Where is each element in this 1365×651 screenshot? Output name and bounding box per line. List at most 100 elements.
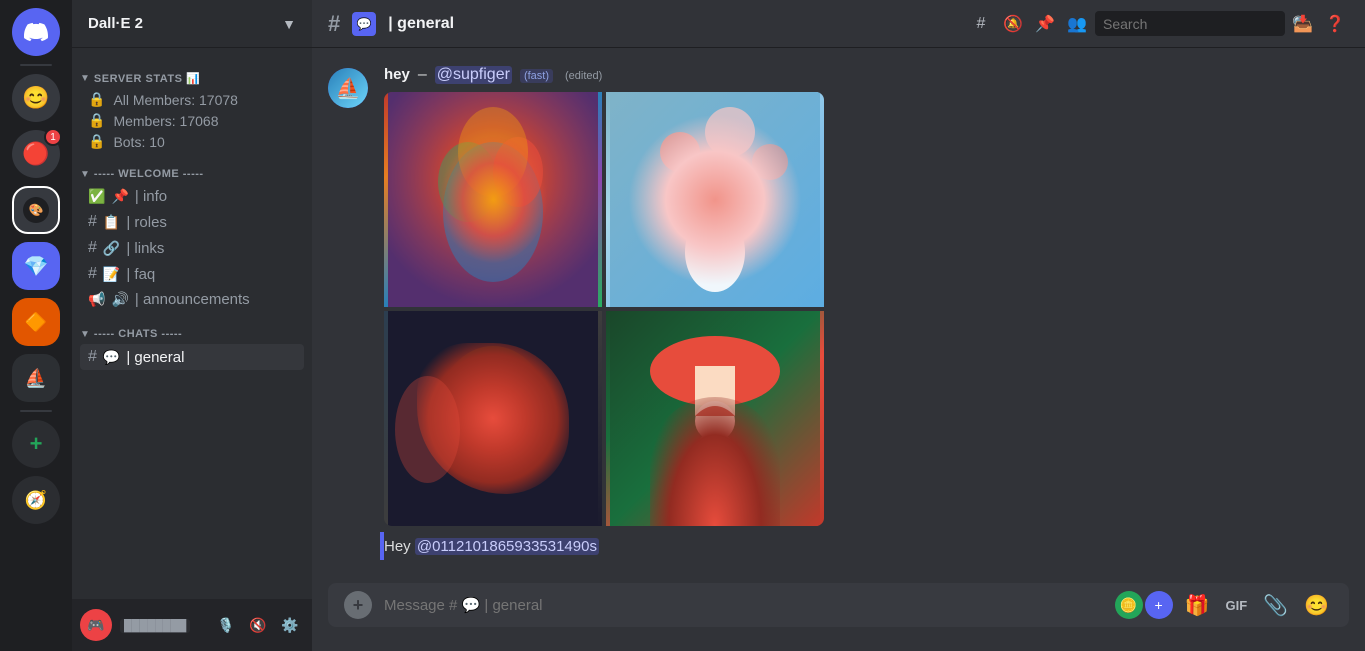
channel-icon-links: 🔗 xyxy=(103,240,120,257)
message-edited-label: (edited) xyxy=(565,70,602,82)
user-name: ████████ xyxy=(120,619,190,633)
message-input-box: + 🪙 + 🎁 GIF 📎 😊 xyxy=(328,583,1349,627)
user-info: ████████ xyxy=(120,616,204,634)
server-name: Dall·E 2 xyxy=(88,15,143,32)
inbox-button[interactable]: 📥 xyxy=(1289,10,1317,38)
nitro-boost-icon[interactable]: + xyxy=(1145,591,1173,619)
category-label-stats: SERVER STATS 📊 xyxy=(94,72,200,85)
server-icon-discord-home[interactable] xyxy=(12,8,60,56)
server-icon-discover[interactable]: 🧭 xyxy=(12,476,60,524)
channel-item-general[interactable]: # 💬 | general xyxy=(80,344,304,370)
channel-sidebar: Dall·E 2 ▼ ▼ SERVER STATS 📊 🔒 All Member… xyxy=(72,0,312,651)
image-cell-4[interactable] xyxy=(606,311,824,526)
category-arrow-chats: ▼ xyxy=(80,329,90,340)
lock-icon: 🔒 xyxy=(88,91,105,108)
channel-item-faq[interactable]: # 📝 | faq xyxy=(80,261,304,287)
category-arrow-welcome: ▼ xyxy=(80,169,90,180)
channel-hash-roles: # xyxy=(88,213,97,231)
message-preview-mention: @0112101865933531490s xyxy=(415,538,599,555)
add-threads-button[interactable]: # xyxy=(967,10,995,38)
server-divider-2 xyxy=(20,410,52,412)
pinned-messages-button[interactable]: 📌 xyxy=(1031,10,1059,38)
channel-search-input[interactable] xyxy=(1103,16,1284,32)
help-icon: ❓ xyxy=(1325,14,1345,34)
add-attachment-button[interactable]: + xyxy=(344,591,372,619)
message-highlight-bar xyxy=(380,532,384,560)
channel-header-name: | general xyxy=(388,15,454,33)
server-sidebar: 😊 🔴 1 🎨 💎 🔶 ⛵ + 🧭 xyxy=(0,0,72,651)
category-chats[interactable]: ▼ ----- CHATS ----- xyxy=(72,312,312,344)
hash-icon: # xyxy=(977,15,986,33)
server-icon-dalle[interactable]: 🎨 xyxy=(12,186,60,234)
settings-button[interactable]: ⚙️ xyxy=(276,611,304,639)
channel-item-roles[interactable]: # 📋 | roles xyxy=(80,209,304,235)
channel-header-hash-icon: # xyxy=(328,11,340,37)
channel-name-general: | general xyxy=(126,349,184,366)
server-icon-red[interactable]: 🔴 1 xyxy=(12,130,60,178)
user-area: 🎮 ████████ 🎙️ 🔇 ⚙️ xyxy=(72,599,312,651)
channel-name-info: | info xyxy=(135,188,167,205)
channel-item-links[interactable]: # 🔗 | links xyxy=(80,235,304,261)
server-icon-ubuntu[interactable]: 🔶 xyxy=(12,298,60,346)
input-actions: 🪙 + 🎁 GIF 📎 😊 xyxy=(1115,589,1333,622)
emoji-button[interactable]: 😊 xyxy=(1300,589,1333,622)
message-header: hey – @supfiger (fast) (edited) xyxy=(384,66,1349,84)
channel-name-faq: | faq xyxy=(126,266,155,283)
channel-icon-info: ✅ xyxy=(88,188,105,205)
channel-name-announce: | announcements xyxy=(135,291,250,308)
channel-hash-faq: # xyxy=(88,265,97,283)
stat-members: 🔒 Members: 17068 xyxy=(80,110,304,131)
channel-item-info[interactable]: ✅ 📌 | info xyxy=(80,184,304,209)
mute-button[interactable]: 🎙️ xyxy=(212,611,240,639)
category-label-welcome: ----- WELCOME ----- xyxy=(94,168,204,180)
server-icon-space[interactable]: ⛵ xyxy=(12,354,60,402)
channel-name-roles: | roles xyxy=(126,214,167,231)
category-arrow-stats: ▼ xyxy=(80,73,90,84)
gift-button[interactable]: 🎁 xyxy=(1181,589,1214,622)
message-group: ⛵ hey – @supfiger (fast) (edited) xyxy=(312,64,1365,528)
gif-button[interactable]: GIF xyxy=(1222,594,1252,617)
user-controls: 🎙️ 🔇 ⚙️ xyxy=(212,611,304,639)
channel-search-bar[interactable]: 🔍 xyxy=(1095,11,1285,36)
mute-channel-button[interactable]: 🔕 xyxy=(999,10,1027,38)
image-cell-3[interactable] xyxy=(384,311,602,526)
stat-bots: 🔒 Bots: 10 xyxy=(80,131,304,152)
inbox-icon: 📥 xyxy=(1293,14,1313,34)
channel-hash-links: # xyxy=(88,239,97,257)
main-content: # 💬 | general # 🔕 📌 👥 🔍 📥 xyxy=(312,0,1365,651)
lock-icon-3: 🔒 xyxy=(88,133,105,150)
channel-header-chat-icon: 💬 xyxy=(352,12,376,36)
user-avatar: 🎮 xyxy=(80,609,112,641)
channel-item-announcements[interactable]: 📢 🔊 | announcements xyxy=(80,287,304,312)
channel-icon-announce2: 🔊 xyxy=(111,291,128,308)
server-header[interactable]: Dall·E 2 ▼ xyxy=(72,0,312,48)
deafen-button[interactable]: 🔇 xyxy=(244,611,272,639)
svg-text:🎨: 🎨 xyxy=(29,202,44,217)
stat-label-2: Members: 17068 xyxy=(113,113,218,129)
channel-icon-announce: 📢 xyxy=(88,291,105,308)
image-cell-1[interactable] xyxy=(384,92,602,307)
message-text-input[interactable] xyxy=(384,597,1103,614)
message-avatar: ⛵ xyxy=(328,68,368,108)
stat-label-3: Bots: 10 xyxy=(113,134,164,150)
channel-name-links: | links xyxy=(126,240,164,257)
help-button[interactable]: ❓ xyxy=(1321,10,1349,38)
pin-icon: 📌 xyxy=(1035,14,1055,34)
channel-icon-roles: 📋 xyxy=(103,214,120,231)
channel-icon-general: 💬 xyxy=(103,349,120,366)
server-icon-smiley[interactable]: 😊 xyxy=(12,74,60,122)
server-icon-gem[interactable]: 💎 xyxy=(12,242,60,290)
category-server-stats[interactable]: ▼ SERVER STATS 📊 xyxy=(72,56,312,89)
category-label-chats: ----- CHATS ----- xyxy=(94,328,182,340)
channel-list: ▼ SERVER STATS 📊 🔒 All Members: 17078 🔒 … xyxy=(72,48,312,599)
lock-icon-2: 🔒 xyxy=(88,112,105,129)
nitro-coin-icon[interactable]: 🪙 xyxy=(1115,591,1143,619)
message-preview-group: Hey @0112101865933531490s xyxy=(312,532,1365,560)
server-icon-add[interactable]: + xyxy=(12,420,60,468)
channel-pin-icon: 📌 xyxy=(111,188,128,205)
category-welcome[interactable]: ▼ ----- WELCOME ----- xyxy=(72,152,312,184)
message-mention[interactable]: @supfiger xyxy=(435,66,512,84)
image-cell-2[interactable] xyxy=(606,92,824,307)
upload-file-button[interactable]: 📎 xyxy=(1259,589,1292,622)
members-list-button[interactable]: 👥 xyxy=(1063,10,1091,38)
